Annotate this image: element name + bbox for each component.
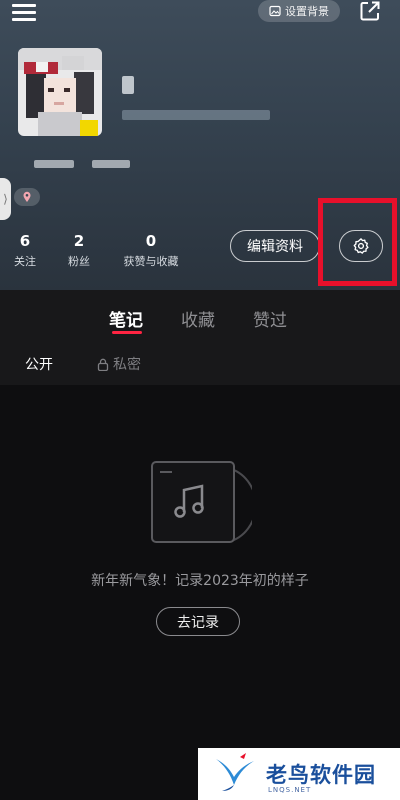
edit-profile-button[interactable]: 编辑资料 (230, 230, 320, 262)
bio-blurred-2 (92, 160, 130, 168)
username-blurred (122, 76, 134, 94)
location-pin-icon (23, 191, 31, 202)
bird-logo-icon (216, 753, 254, 791)
active-tab-indicator (112, 331, 142, 334)
stat-value: 0 (145, 232, 157, 250)
side-drawer-handle[interactable]: ⟩ (0, 178, 11, 220)
stat-likes-collects[interactable]: 0 获赞与收藏 (116, 232, 186, 269)
content-tabs: 笔记 收藏 赞过 (0, 300, 400, 340)
tab-notes[interactable]: 笔记 (109, 306, 143, 331)
empty-state-area (0, 385, 400, 800)
subtab-private[interactable]: 私密 (97, 354, 141, 374)
share-icon[interactable] (359, 0, 381, 22)
stat-value: 6 (19, 232, 31, 250)
stat-label: 关注 (14, 255, 36, 268)
go-record-button[interactable]: 去记录 (156, 607, 240, 636)
set-background-label: 设置背景 (285, 5, 329, 18)
image-icon (269, 5, 281, 17)
music-album-icon (151, 461, 252, 543)
subtab-public[interactable]: 公开 (25, 354, 53, 374)
lock-icon (97, 358, 109, 371)
set-background-button[interactable]: 设置背景 (258, 0, 340, 22)
location-badge[interactable] (14, 188, 40, 206)
site-watermark: 老鸟软件园 LNQS.NET (198, 748, 400, 800)
empty-state-message: 新年新气象！记录2023年初的样子 (91, 573, 309, 589)
stat-label: 粉丝 (68, 255, 90, 268)
stat-value: 2 (73, 232, 85, 250)
avatar[interactable] (18, 48, 102, 136)
hamburger-menu-icon[interactable] (12, 2, 38, 24)
bio-blurred (34, 160, 74, 168)
settings-highlight-box (318, 198, 397, 286)
stat-followers[interactable]: 2 粉丝 (64, 232, 94, 269)
tab-liked[interactable]: 赞过 (253, 306, 287, 331)
subtab-private-label: 私密 (113, 357, 141, 373)
watermark-text: 老鸟软件园 (266, 763, 376, 787)
watermark-subtext: LNQS.NET (268, 786, 312, 794)
tab-collections[interactable]: 收藏 (181, 306, 215, 331)
stat-label: 获赞与收藏 (123, 255, 179, 268)
user-id-blurred (122, 110, 270, 120)
stat-following[interactable]: 6 关注 (10, 232, 40, 269)
